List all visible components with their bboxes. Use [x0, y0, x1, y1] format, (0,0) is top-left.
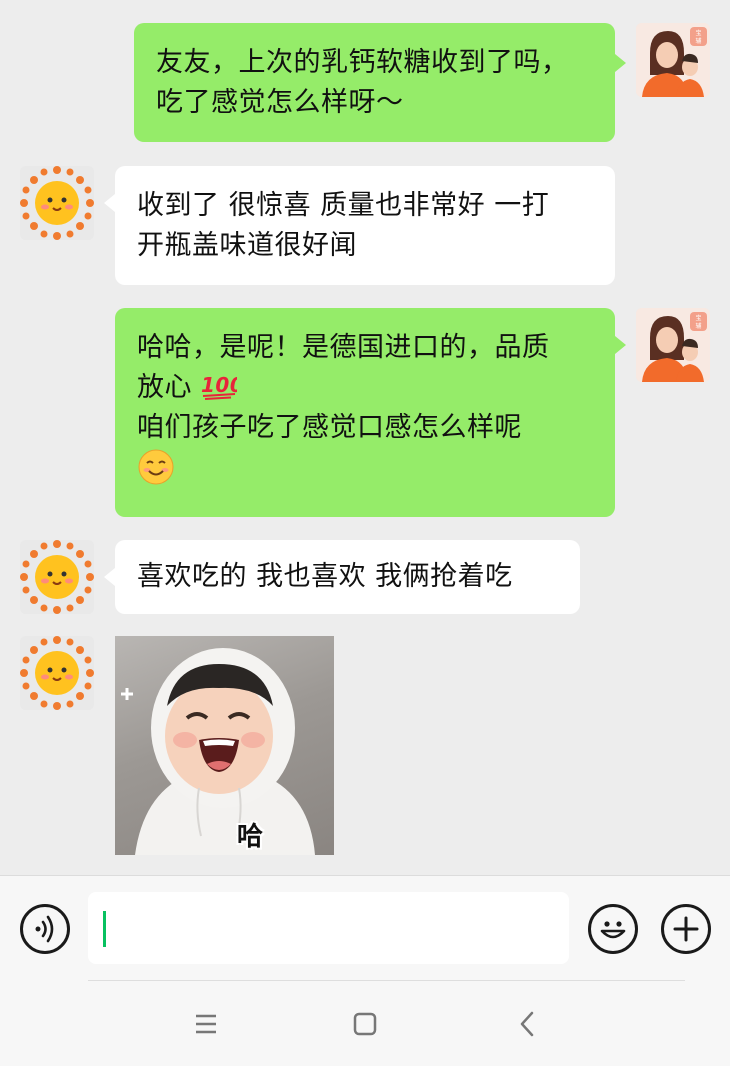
back-icon: [520, 1011, 534, 1037]
input-toolbar: [0, 875, 730, 1066]
message-text: 开瓶盖味道很好闻: [137, 230, 357, 261]
bubble-tail: [615, 336, 626, 354]
sticker-image[interactable]: 哈: [115, 636, 334, 855]
svg-text:宝: 宝: [695, 29, 701, 37]
smiling-face-emoji: [138, 449, 174, 485]
text-cursor: [103, 911, 106, 947]
bubble-tail: [104, 194, 115, 212]
message-text: 放心: [137, 372, 192, 403]
message-text: 喜欢吃的 我也喜欢 我俩抢着吃: [137, 561, 513, 592]
contact-avatar[interactable]: [20, 636, 94, 710]
message-input[interactable]: [88, 892, 569, 964]
message-text: 友友，上次的乳钙软糖收到了吗，: [156, 47, 569, 78]
bubble-tail: [104, 568, 115, 586]
message-text: 哈哈，是呢！是德国进口的，品质: [137, 332, 550, 363]
emoji-icon: [600, 921, 626, 939]
message-bubble-received[interactable]: 喜欢吃的 我也喜欢 我俩抢着吃: [115, 540, 580, 614]
contact-avatar[interactable]: [20, 540, 94, 614]
message-text: 咱们孩子吃了感觉口感怎么样呢: [137, 412, 522, 443]
emoji-button[interactable]: [588, 904, 638, 954]
bubble-tail: [615, 54, 626, 72]
hundred-points-emoji: 100: [201, 373, 237, 400]
my-avatar[interactable]: 宝 辅: [636, 308, 710, 382]
message-bubble-sent[interactable]: 哈哈，是呢！是德国进口的，品质 放心 100 咱们孩子吃了感觉口感怎么样呢: [115, 308, 615, 517]
more-options-button[interactable]: [661, 904, 711, 954]
home-icon: [353, 1012, 377, 1036]
chat-messages-area[interactable]: 友友，上次的乳钙软糖收到了吗， 吃了感觉怎么样呀～ 宝 辅 收到了 很惊喜 质量…: [0, 0, 730, 875]
svg-text:辅: 辅: [695, 37, 701, 45]
plus-icon: [673, 916, 699, 942]
contact-avatar[interactable]: [20, 166, 94, 240]
svg-text:宝: 宝: [695, 314, 701, 322]
message-text: 收到了 很惊喜 质量也非常好 一打: [137, 190, 550, 221]
sticker-caption: 哈: [237, 822, 264, 852]
message-bubble-received[interactable]: 收到了 很惊喜 质量也非常好 一打 开瓶盖味道很好闻: [115, 166, 615, 285]
message-bubble-sent[interactable]: 友友，上次的乳钙软糖收到了吗， 吃了感觉怎么样呀～: [134, 23, 615, 142]
laughing-baby-sticker: [121, 648, 315, 855]
voice-icon: [35, 915, 54, 943]
nav-back-button[interactable]: [508, 1004, 548, 1044]
nav-home-button[interactable]: [345, 1004, 385, 1044]
menu-icon: [196, 1014, 216, 1034]
voice-button[interactable]: [20, 904, 70, 954]
my-avatar[interactable]: 宝 辅: [636, 23, 710, 97]
divider: [88, 980, 685, 981]
nav-menu-button[interactable]: [186, 1004, 226, 1044]
svg-text:辅: 辅: [695, 322, 701, 330]
message-text: 吃了感觉怎么样呀～: [156, 87, 404, 118]
